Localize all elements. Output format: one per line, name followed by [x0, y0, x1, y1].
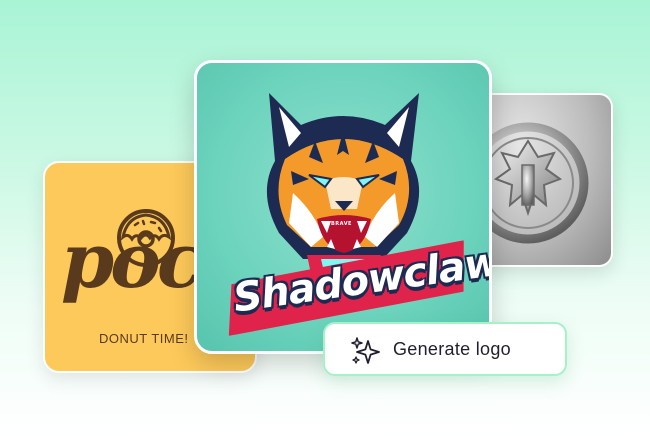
sparkles-icon — [351, 337, 380, 364]
generate-logo-label: Generate logo — [393, 339, 511, 359]
silver-emblem-icon — [480, 122, 589, 244]
donut-tagline: DONUT TIME! — [99, 331, 189, 346]
tiger-esports-logo-card[interactable]: BRAVE Shadowclaw — [194, 60, 492, 354]
silver-emblem-logo-card[interactable] — [478, 93, 613, 267]
logo-showcase: pocu DONUT TIME! BRAVE Shadowclaw Genera… — [0, 0, 650, 436]
generate-logo-button[interactable]: Generate logo — [323, 322, 567, 376]
tiger-badge-text: BRAVE — [331, 221, 352, 227]
